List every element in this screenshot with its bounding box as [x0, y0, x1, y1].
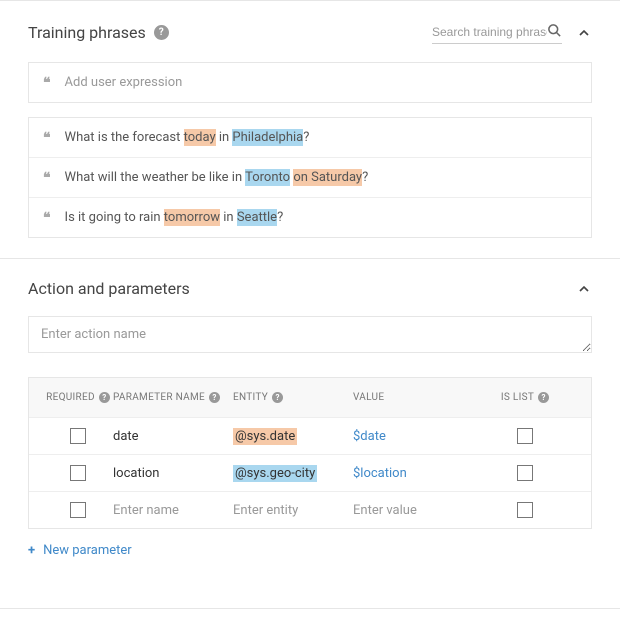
help-icon[interactable]: ?: [209, 392, 220, 403]
entity-city: Philadelphia: [232, 129, 303, 146]
entity-date: on Saturday: [293, 169, 362, 186]
phrase-list: ❝ What is the forecast today in Philadelp…: [28, 117, 592, 238]
entity-date: tomorrow: [164, 209, 220, 226]
islist-checkbox[interactable]: [517, 428, 533, 444]
param-entity[interactable]: @sys.geo-city: [233, 466, 353, 481]
help-icon[interactable]: ?: [538, 392, 549, 403]
training-title: Training phrases: [28, 23, 146, 42]
param-entity-input[interactable]: Enter entity: [233, 503, 353, 518]
quote-icon: ❝: [43, 171, 51, 185]
param-value-input[interactable]: Enter value: [353, 503, 473, 518]
collapse-training-icon[interactable]: [576, 25, 592, 41]
action-name-input[interactable]: [28, 316, 592, 353]
search-wrap: [432, 21, 562, 44]
table-row: date@sys.date$date: [29, 417, 591, 454]
islist-checkbox[interactable]: [517, 465, 533, 481]
param-table-header: REQUIRED ? PARAMETER NAME ? ENTITY ? VAL…: [29, 378, 591, 417]
help-icon[interactable]: ?: [272, 392, 283, 403]
action-title: Action and parameters: [28, 279, 190, 298]
help-icon[interactable]: ?: [99, 392, 110, 403]
training-section: Training phrases ? ❝ Add user expression…: [0, 1, 620, 258]
phrase-text: What is the forecast today in Philadelph…: [65, 130, 310, 145]
entity-city: Toronto: [245, 169, 290, 186]
training-phrase-row[interactable]: ❝ What is the forecast today in Philadelp…: [29, 118, 591, 158]
search-icon[interactable]: [547, 23, 562, 41]
collapse-action-icon[interactable]: [576, 281, 592, 297]
header-entity: ENTITY: [233, 392, 268, 403]
action-header: Action and parameters: [28, 279, 592, 298]
phrase-text: What will the weather be like in Toronto…: [65, 170, 369, 185]
param-value[interactable]: $location: [353, 466, 473, 481]
header-value: VALUE: [353, 392, 384, 403]
add-phrase-placeholder: Add user expression: [65, 75, 183, 90]
plus-icon: +: [28, 543, 35, 558]
param-table: REQUIRED ? PARAMETER NAME ? ENTITY ? VAL…: [28, 377, 592, 529]
param-name-input[interactable]: Enter name: [113, 503, 233, 518]
phrase-text: Is it going to rain tomorrow in Seattle?: [65, 210, 284, 225]
table-row: location@sys.geo-city$location: [29, 454, 591, 491]
param-name[interactable]: location: [113, 466, 233, 481]
help-icon[interactable]: ?: [154, 25, 169, 40]
header-required: REQUIRED: [46, 392, 95, 403]
training-phrase-row[interactable]: ❝ Is it going to rain tomorrow in Seattle…: [29, 198, 591, 237]
table-row-new: Enter name Enter entity Enter value: [29, 491, 591, 528]
required-checkbox[interactable]: [70, 428, 86, 444]
add-parameter-button[interactable]: + New parameter: [28, 543, 132, 558]
entity-date: today: [184, 129, 216, 146]
entity-city: Seattle: [237, 209, 277, 226]
islist-checkbox[interactable]: [517, 502, 533, 518]
add-parameter-label: New parameter: [43, 543, 132, 558]
param-entity[interactable]: @sys.date: [233, 429, 353, 444]
quote-icon: ❝: [43, 76, 51, 90]
header-name: PARAMETER NAME: [113, 392, 205, 403]
search-input[interactable]: [432, 25, 547, 39]
training-header: Training phrases ?: [28, 21, 592, 44]
quote-icon: ❝: [43, 131, 51, 145]
header-islist: IS LIST: [501, 392, 534, 403]
quote-icon: ❝: [43, 211, 51, 225]
param-value[interactable]: $date: [353, 429, 473, 444]
required-checkbox[interactable]: [70, 502, 86, 518]
add-phrase-input[interactable]: ❝ Add user expression: [28, 62, 592, 103]
param-name[interactable]: date: [113, 429, 233, 444]
training-phrase-row[interactable]: ❝ What will the weather be like in Toront…: [29, 158, 591, 198]
action-section: Action and parameters REQUIRED ? PARAMET…: [0, 259, 620, 578]
required-checkbox[interactable]: [70, 465, 86, 481]
